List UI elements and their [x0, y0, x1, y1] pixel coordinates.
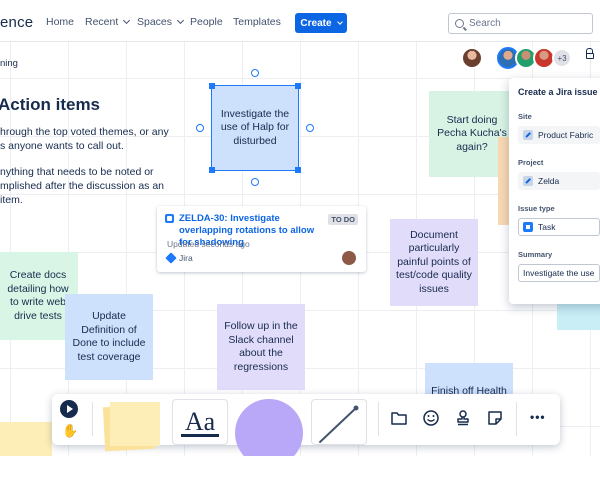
- line-icon: [319, 405, 359, 443]
- chevron-down-icon: [176, 16, 185, 25]
- sticky-note-partial[interactable]: [0, 422, 52, 456]
- page-title: Action items: [0, 95, 101, 114]
- jira-logo-icon: [165, 252, 177, 264]
- top-navigation: ence Home Recent Spaces People Templates…: [0, 0, 600, 42]
- play-icon[interactable]: [60, 400, 78, 418]
- nav-templates-label: Templates: [233, 16, 281, 28]
- lock-icon[interactable]: [586, 48, 594, 59]
- whiteboard-canvas[interactable]: ence Home Recent Spaces People Templates…: [0, 0, 600, 456]
- issue-type-select[interactable]: Task: [518, 218, 600, 236]
- resize-handle[interactable]: [209, 83, 215, 89]
- jira-card-source: Jira: [165, 252, 193, 264]
- sticky-note-tool[interactable]: [110, 402, 160, 446]
- nav-recent-label: Recent: [85, 16, 119, 28]
- nav-home-label: Home: [46, 16, 75, 28]
- description-paragraph: nything that needs to be noted or mplish…: [0, 166, 165, 206]
- sticky-note-definition-of-done[interactable]: Update Definition of Done to include tes…: [65, 294, 153, 380]
- description-paragraph: hrough the top voted themes, or any s an…: [0, 126, 169, 152]
- project-label: Project: [518, 158, 544, 167]
- toolbar-divider: [378, 402, 379, 436]
- more-collaborators-badge[interactable]: +3: [552, 48, 572, 68]
- sticker-icon[interactable]: [486, 409, 504, 427]
- assignee-avatar[interactable]: [342, 251, 356, 265]
- connector-handle[interactable]: [306, 124, 314, 132]
- nav-spaces[interactable]: Spaces: [137, 16, 185, 28]
- project-icon: [523, 176, 533, 186]
- summary-input[interactable]: Investigate the use: [518, 264, 600, 282]
- connector-handle[interactable]: [251, 178, 259, 186]
- site-value: Product Fabric: [538, 130, 594, 140]
- issue-type-label: Issue type: [518, 204, 555, 213]
- search-input[interactable]: Search: [448, 13, 593, 34]
- toolbar-divider: [92, 402, 93, 436]
- create-button[interactable]: Create: [295, 13, 347, 33]
- nav-people-label: People: [190, 16, 223, 28]
- stamp-icon[interactable]: [454, 409, 472, 427]
- app-logo[interactable]: ence: [0, 14, 33, 31]
- jira-card-source-label: Jira: [179, 253, 193, 263]
- sticky-note-document[interactable]: Document particularly painful points of …: [390, 219, 478, 306]
- nav-spaces-label: Spaces: [137, 16, 173, 28]
- chevron-down-icon: [336, 18, 343, 25]
- hand-icon[interactable]: ✋: [62, 423, 78, 439]
- line-tool[interactable]: [311, 399, 367, 445]
- breadcrumb[interactable]: ning: [0, 58, 18, 69]
- project-select[interactable]: Zelda: [518, 172, 600, 190]
- jira-issue-card[interactable]: ZELDA-30: Investigate overlapping rotati…: [157, 206, 366, 272]
- site-label: Site: [518, 112, 532, 121]
- create-jira-issue-panel: Create a Jira issue Site Product Fabric …: [509, 78, 600, 304]
- avatar[interactable]: [461, 47, 483, 69]
- whiteboard-toolbar: ✋ Aa •••: [52, 394, 560, 456]
- shape-tool[interactable]: [235, 399, 303, 456]
- panel-title: Create a Jira issue: [518, 87, 598, 97]
- chevron-down-icon: [123, 16, 131, 25]
- frame-icon[interactable]: [390, 409, 408, 427]
- status-badge[interactable]: TO DO: [328, 214, 358, 225]
- toolbar-divider: [516, 402, 517, 436]
- resize-handle[interactable]: [209, 167, 215, 173]
- site-icon: [523, 130, 533, 140]
- create-button-label: Create: [300, 17, 332, 29]
- page-description: hrough the top voted themes, or any s an…: [0, 125, 170, 219]
- sticky-note-halp[interactable]: Investigate the use of Halp for disturbe…: [211, 85, 299, 171]
- sticky-note-slack-followup[interactable]: Follow up in the Slack channel about the…: [217, 304, 305, 390]
- jira-card-updated: Updated seconds ago: [167, 239, 250, 249]
- resize-handle[interactable]: [295, 167, 301, 173]
- summary-label: Summary: [518, 250, 553, 259]
- search-placeholder: Search: [469, 18, 501, 29]
- jira-task-icon: [165, 214, 174, 223]
- nav-recent[interactable]: Recent: [85, 16, 131, 28]
- text-tool[interactable]: Aa: [172, 399, 228, 445]
- task-icon: [523, 222, 533, 232]
- nav-templates[interactable]: Templates: [233, 16, 281, 28]
- connector-handle[interactable]: [196, 124, 204, 132]
- issue-type-value: Task: [538, 222, 556, 232]
- more-icon[interactable]: •••: [530, 410, 546, 424]
- summary-value: Investigate the use: [523, 268, 595, 278]
- search-icon: [455, 19, 464, 28]
- resize-handle[interactable]: [295, 83, 301, 89]
- site-select[interactable]: Product Fabric: [518, 126, 600, 144]
- emoji-icon[interactable]: [422, 409, 440, 427]
- connector-handle[interactable]: [251, 69, 259, 77]
- project-value: Zelda: [538, 176, 560, 186]
- nav-people[interactable]: People: [190, 16, 223, 28]
- nav-home[interactable]: Home: [46, 16, 74, 28]
